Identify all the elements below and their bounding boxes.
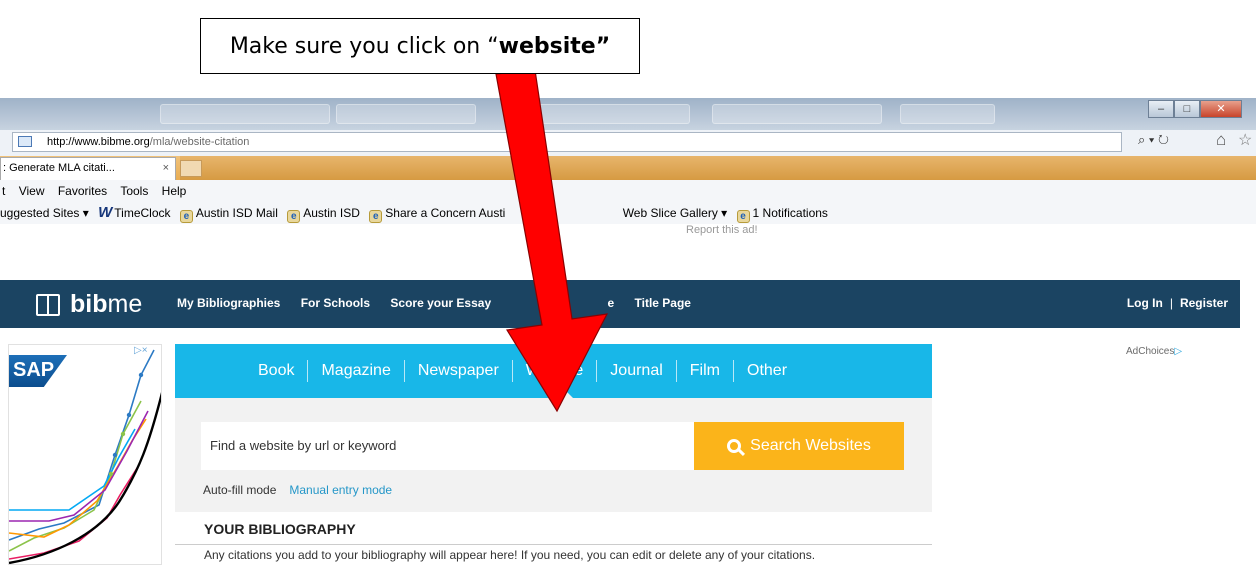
screenshot-root: – □ ✕ http://www.bibme.org/mla/website-c… [0, 0, 1256, 565]
red-arrow [495, 69, 609, 413]
instruction-callout: Make sure you click on “website” [200, 18, 640, 74]
callout-bold: website” [498, 33, 611, 59]
callout-prefix: Make sure you click on “ [229, 33, 499, 59]
